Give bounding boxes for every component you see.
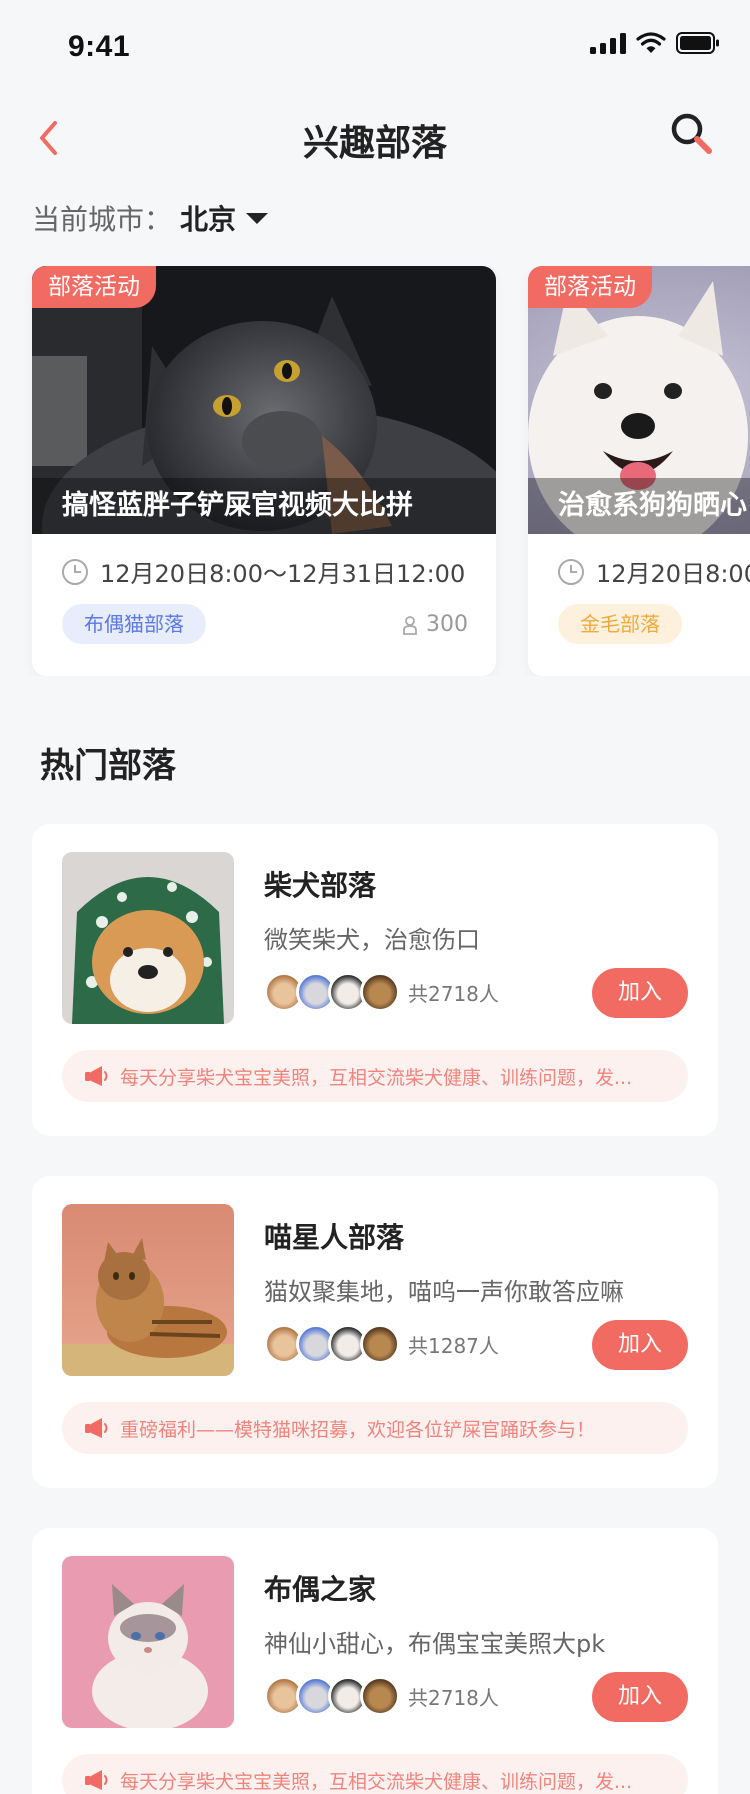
- tribe-card[interactable]: 布偶之家 神仙小甜心，布偶宝宝美照大pk 共2718人 加入 每天分享柴犬宝宝美…: [32, 1528, 718, 1794]
- tribe-card[interactable]: 喵星人部落 猫奴聚集地，喵呜一声你敢答应嘛 共1287人 加入 重磅福利——模特…: [32, 1176, 718, 1488]
- activity-tribe-tag[interactable]: 布偶猫部落: [62, 604, 206, 644]
- member-avatars: 共2718人: [264, 1676, 499, 1716]
- activity-time: 12月20日8:00: [558, 554, 750, 589]
- tribe-description: 微笑柴犬，治愈伤口: [264, 926, 480, 954]
- status-time: 9:41: [68, 30, 131, 63]
- activity-badge: 部落活动: [32, 266, 156, 308]
- activity-title: 搞怪蓝胖子铲屎官视频大比拼: [32, 478, 496, 534]
- tribe-description: 猫奴聚集地，喵呜一声你敢答应嘛: [264, 1278, 624, 1306]
- clock-icon: [558, 558, 584, 585]
- tribe-notice[interactable]: 每天分享柴犬宝宝美照，互相交流柴犬健康、训练问题，发...: [62, 1050, 688, 1102]
- status-icons: [590, 32, 720, 54]
- activity-card[interactable]: 部落活动 搞怪蓝胖子铲屎官视频大比拼 12月20日8:00～12月31日12:0…: [32, 266, 496, 676]
- wifi-icon: [636, 32, 666, 53]
- avatar: [360, 1324, 400, 1364]
- join-button[interactable]: 加入: [592, 1320, 688, 1370]
- activity-card[interactable]: 部落活动 治愈系狗狗晒心 12月20日8:00 金毛部落: [528, 266, 750, 676]
- notice-text: 每天分享柴犬宝宝美照，互相交流柴犬健康、训练问题，发...: [120, 1770, 633, 1793]
- battery-icon: [676, 32, 719, 54]
- member-avatars: 共2718人: [264, 972, 499, 1012]
- tribe-card[interactable]: 柴犬部落 微笑柴犬，治愈伤口 共2718人 加入 每天分享柴犬宝宝美照，互相交流…: [32, 824, 718, 1136]
- clock-icon: [62, 558, 88, 585]
- member-avatars: 共1287人: [264, 1324, 499, 1364]
- avatar: [360, 1676, 400, 1716]
- tribe-thumbnail: [62, 852, 234, 1024]
- tribe-thumbnail: [62, 1556, 234, 1728]
- join-button[interactable]: 加入: [592, 1672, 688, 1722]
- participant-count: 300: [426, 612, 468, 637]
- member-count: 共1287人: [408, 1333, 499, 1358]
- activity-badge: 部落活动: [528, 266, 652, 308]
- dropdown-caret-icon[interactable]: [246, 212, 269, 224]
- person-icon: [403, 615, 417, 635]
- page-title: 兴趣部落: [302, 123, 447, 164]
- tribe-name: 柴犬部落: [264, 869, 377, 902]
- notice-text: 每天分享柴犬宝宝美照，互相交流柴犬健康、训练问题，发...: [120, 1066, 633, 1089]
- tribe-notice[interactable]: 每天分享柴犬宝宝美照，互相交流柴犬健康、训练问题，发...: [62, 1754, 688, 1794]
- activity-carousel[interactable]: 部落活动 搞怪蓝胖子铲屎官视频大比拼 12月20日8:00～12月31日12:0…: [0, 266, 750, 676]
- megaphone-icon: [85, 1066, 108, 1086]
- search-icon[interactable]: [668, 110, 716, 158]
- activity-tribe-tag[interactable]: 金毛部落: [558, 604, 682, 644]
- cellular-signal-icon: [590, 32, 626, 54]
- avatar: [360, 972, 400, 1012]
- activity-time: 12月20日8:00～12月31日12:00: [62, 554, 465, 589]
- activity-title: 治愈系狗狗晒心: [528, 478, 750, 534]
- activity-participants: 300: [402, 612, 468, 637]
- join-button[interactable]: 加入: [592, 968, 688, 1018]
- tribe-thumbnail: [62, 1204, 234, 1376]
- notice-text: 重磅福利——模特猫咪招募，欢迎各位铲屎官踊跃参与！: [120, 1418, 596, 1441]
- activity-time-text: 12月20日8:00～12月31日12:00: [100, 560, 466, 588]
- megaphone-icon: [85, 1418, 108, 1438]
- city-selector[interactable]: 当前城市： 北京: [32, 198, 269, 238]
- member-count: 共2718人: [408, 981, 499, 1006]
- activity-time-text: 12月20日8:00: [596, 560, 750, 588]
- member-count: 共2718人: [408, 1685, 499, 1710]
- nav-bar: 兴趣部落: [0, 96, 750, 180]
- tribe-description: 神仙小甜心，布偶宝宝美照大pk: [264, 1630, 606, 1658]
- city-value[interactable]: 北京: [180, 198, 236, 238]
- status-bar: 9:41: [0, 0, 750, 96]
- tribe-name: 喵星人部落: [264, 1221, 405, 1254]
- city-label: 当前城市：: [32, 203, 173, 236]
- tribe-notice[interactable]: 重磅福利——模特猫咪招募，欢迎各位铲屎官踊跃参与！: [62, 1402, 688, 1454]
- megaphone-icon: [85, 1770, 108, 1790]
- tribe-name: 布偶之家: [264, 1573, 377, 1606]
- section-title-hot-tribes: 热门部落: [40, 746, 176, 786]
